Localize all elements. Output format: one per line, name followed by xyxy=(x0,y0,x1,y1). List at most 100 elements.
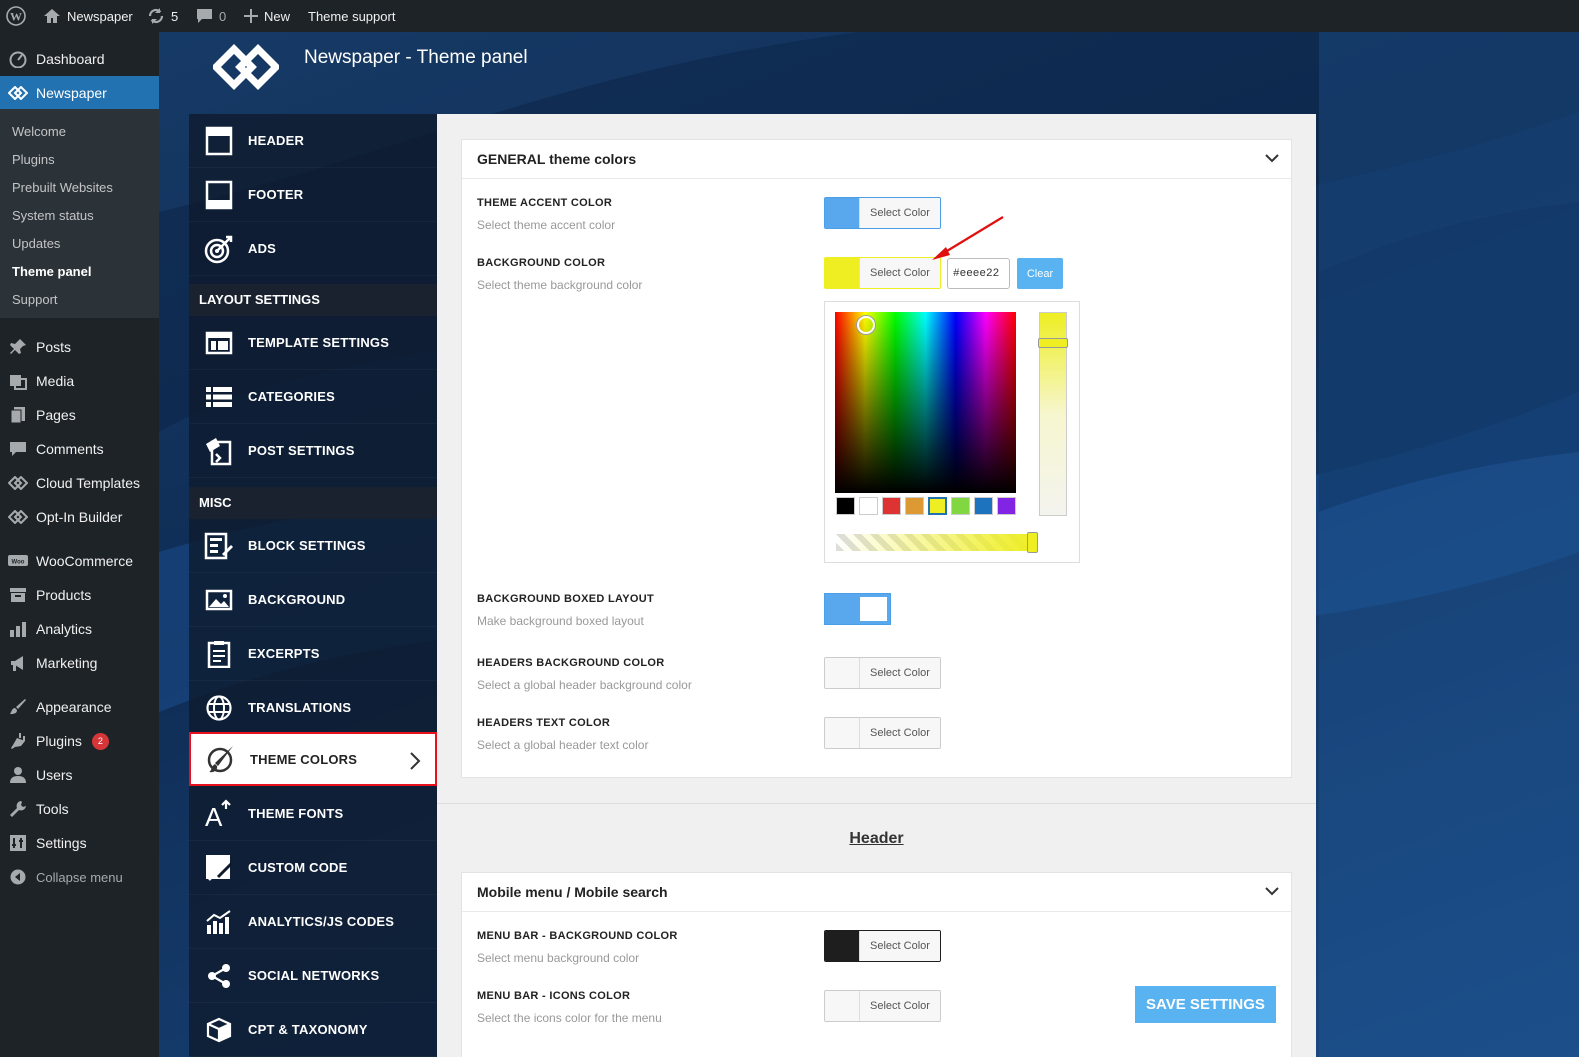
admin-bar: W Newspaper 5 0 New Theme support xyxy=(0,0,1579,32)
opacity-slider-handle[interactable] xyxy=(1027,532,1038,553)
nav-excerpts[interactable]: EXCERPTS xyxy=(189,627,437,681)
menu-appearance[interactable]: Appearance xyxy=(0,690,159,724)
wrench-icon xyxy=(8,799,28,819)
nav-footer[interactable]: FOOTER xyxy=(189,168,437,222)
nav-block-settings[interactable]: BLOCK SETTINGS xyxy=(189,519,437,573)
nav-theme-colors[interactable]: THEME COLORS xyxy=(189,732,437,786)
menu-pages[interactable]: Pages xyxy=(0,398,159,432)
menu-newspaper[interactable]: Newspaper xyxy=(0,76,159,110)
picker-handle-icon[interactable] xyxy=(857,316,875,334)
globe-icon xyxy=(189,694,248,722)
menu-users[interactable]: Users xyxy=(0,758,159,792)
menu-plugins[interactable]: Plugins 2 xyxy=(0,724,159,758)
menu-bar-bg-color-picker-button[interactable]: Select Color xyxy=(824,930,941,962)
nav-ads[interactable]: ADS xyxy=(189,222,437,276)
share-icon xyxy=(189,963,248,989)
section-divider xyxy=(437,803,1316,804)
updates-link[interactable]: 5 xyxy=(147,0,178,32)
clear-color-button[interactable]: Clear xyxy=(1017,258,1063,289)
block-settings-icon xyxy=(189,532,248,560)
general-colors-header[interactable]: GENERAL theme colors xyxy=(462,140,1291,179)
menu-tools[interactable]: Tools xyxy=(0,792,159,826)
headers-bg-color-picker-button[interactable]: Select Color xyxy=(824,657,941,689)
menu-bar-icons-row: MENU BAR - ICONS COLOR Select the icons … xyxy=(477,990,662,1025)
new-label: New xyxy=(264,8,291,24)
list-icon xyxy=(189,386,248,408)
headers-text-color-picker-button[interactable]: Select Color xyxy=(824,717,941,749)
menu-analytics[interactable]: Analytics xyxy=(0,612,159,646)
menu-comments[interactable]: Comments xyxy=(0,432,159,466)
saturation-lightness-field[interactable] xyxy=(835,312,1016,493)
menu-media[interactable]: Media xyxy=(0,364,159,398)
submenu-theme-panel[interactable]: Theme panel xyxy=(12,264,91,279)
submenu-plugins[interactable]: Plugins xyxy=(12,152,55,167)
font-icon: A xyxy=(189,798,248,829)
red-arrow-annotation xyxy=(928,214,1006,269)
collapse-menu[interactable]: Collapse menu xyxy=(0,860,159,894)
submenu-system-status[interactable]: System status xyxy=(12,208,94,223)
menu-bar-icons-color-picker-button[interactable]: Select Color xyxy=(824,990,941,1022)
theme-support-link[interactable]: Theme support xyxy=(308,0,395,32)
palette-swatch-blue[interactable] xyxy=(974,497,993,515)
nav-custom-code[interactable]: CUSTOM CODE xyxy=(189,841,437,895)
save-settings-button[interactable]: SAVE SETTINGS xyxy=(1135,986,1276,1023)
opacity-slider[interactable] xyxy=(836,532,1038,553)
mobile-menu-box: Mobile menu / Mobile search MENU BAR - B… xyxy=(461,872,1292,1057)
nav-social-networks[interactable]: SOCIAL NETWORKS xyxy=(189,949,437,1003)
nav-translations[interactable]: TRANSLATIONS xyxy=(189,681,437,735)
new-content-link[interactable]: New xyxy=(244,0,290,32)
submenu-welcome[interactable]: Welcome xyxy=(12,124,66,139)
background-color-picker-button[interactable]: Select Color xyxy=(824,257,941,289)
site-name-link[interactable]: Newspaper xyxy=(43,0,133,32)
palette-swatch-green[interactable] xyxy=(951,497,970,515)
palette-swatch-white[interactable] xyxy=(859,497,878,515)
palette-swatch-black[interactable] xyxy=(836,497,855,515)
chevron-down-icon[interactable] xyxy=(1265,883,1279,899)
menu-posts[interactable]: Posts xyxy=(0,330,159,364)
submenu-updates[interactable]: Updates xyxy=(12,236,60,251)
palette-swatch-orange[interactable] xyxy=(905,497,924,515)
headers-text-swatch xyxy=(825,718,859,748)
submenu-support[interactable]: Support xyxy=(12,292,58,307)
theme-accent-row: THEME ACCENT COLOR Select theme accent c… xyxy=(477,197,616,232)
nav-analytics-js-codes[interactable]: ANALYTICS/JS CODES xyxy=(189,895,437,949)
mobile-menu-header[interactable]: Mobile menu / Mobile search xyxy=(462,873,1291,912)
menu-woocommerce[interactable]: Woo WooCommerce xyxy=(0,544,159,578)
nav-background[interactable]: BACKGROUND xyxy=(189,573,437,627)
theme-panel-nav: HEADER FOOTER ADS LAYOUT SETTINGS TEMPLA… xyxy=(189,114,437,1057)
boxed-layout-toggle[interactable] xyxy=(824,593,891,625)
section-heading-header: Header xyxy=(849,830,904,847)
hue-slider-handle[interactable] xyxy=(1038,338,1068,348)
nav-post-settings[interactable]: POST SETTINGS xyxy=(189,424,437,478)
document-icon xyxy=(189,640,248,668)
newspaper-logo xyxy=(211,43,281,96)
menu-settings[interactable]: Settings xyxy=(0,826,159,860)
comments-link[interactable]: 0 xyxy=(196,0,226,32)
chevron-down-icon[interactable] xyxy=(1265,150,1279,166)
accent-color-picker-button[interactable]: Select Color xyxy=(824,197,941,229)
paintbrush-icon xyxy=(8,697,28,717)
nav-categories[interactable]: CATEGORIES xyxy=(189,370,437,424)
megaphone-icon xyxy=(8,653,28,673)
menu-dashboard[interactable]: Dashboard xyxy=(0,42,159,76)
palette-swatch-purple[interactable] xyxy=(997,497,1016,515)
nav-cpt-taxonomy[interactable]: CPT & TAXONOMY xyxy=(189,1003,437,1057)
nav-template-settings[interactable]: TEMPLATE SETTINGS xyxy=(189,316,437,370)
menu-products[interactable]: Products xyxy=(0,578,159,612)
wordpress-logo-icon[interactable]: W xyxy=(6,0,26,32)
nav-header[interactable]: HEADER xyxy=(189,114,437,168)
menu-marketing[interactable]: Marketing xyxy=(0,646,159,680)
palette-swatch-yellow[interactable] xyxy=(928,497,947,515)
image-icon xyxy=(189,589,248,611)
svg-text:A: A xyxy=(205,802,223,829)
dashboard-icon xyxy=(8,49,28,69)
target-icon xyxy=(189,234,248,264)
menu-cloud-templates[interactable]: Cloud Templates xyxy=(0,466,159,500)
refresh-icon xyxy=(147,7,165,25)
submenu-prebuilt-websites[interactable]: Prebuilt Websites xyxy=(12,180,113,195)
chevron-right-icon xyxy=(409,751,421,776)
menu-opt-in-builder[interactable]: Opt-In Builder xyxy=(0,500,159,534)
palette-swatch-red[interactable] xyxy=(882,497,901,515)
nav-theme-fonts[interactable]: A THEME FONTS xyxy=(189,787,437,841)
hue-slider[interactable] xyxy=(1038,312,1068,516)
